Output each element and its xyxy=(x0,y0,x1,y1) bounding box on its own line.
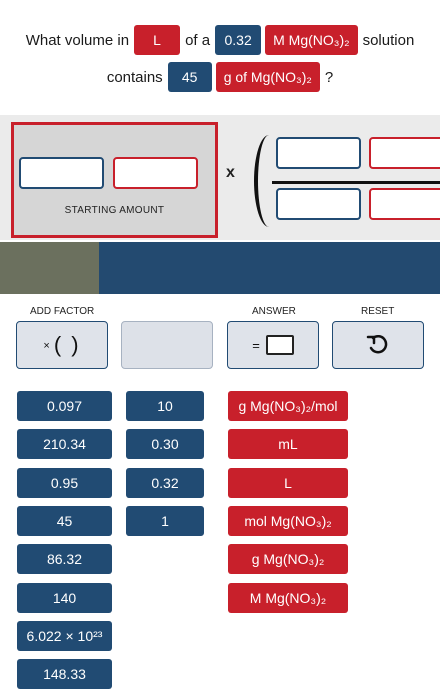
add-factor-label: ADD FACTOR xyxy=(30,306,95,317)
unit-tile[interactable]: mL xyxy=(228,429,348,459)
progress-band-left xyxy=(0,242,99,294)
question-value-chip: 45 xyxy=(167,62,212,92)
reset-button[interactable] xyxy=(332,321,424,369)
starting-amount-label: STARTING AMOUNT xyxy=(64,205,165,216)
question-line-1: What volume in L of a 0.32 M Mg(NO₃)₂ so… xyxy=(0,25,440,55)
starting-unit-slot[interactable] xyxy=(113,157,198,189)
unit-tile[interactable]: g Mg(NO₃)₂/mol xyxy=(228,391,348,421)
question-text: contains xyxy=(106,68,163,86)
number-tile[interactable]: 148.33 xyxy=(17,659,112,689)
number-tile[interactable]: 1 xyxy=(126,506,204,536)
equals-icon: = xyxy=(252,337,260,353)
numerator-value-slot[interactable] xyxy=(276,137,361,169)
question-line-2: contains 45 g of Mg(NO₃)₂ ? xyxy=(0,62,440,92)
answer-button[interactable]: = xyxy=(227,321,319,369)
add-factor-icon: ×( ) xyxy=(43,332,81,357)
question-text: of a xyxy=(185,31,211,49)
unit-tile[interactable]: g Mg(NO₃)₂ xyxy=(228,544,348,574)
number-tile[interactable]: 0.097 xyxy=(17,391,112,421)
number-tile[interactable]: 45 xyxy=(17,506,112,536)
number-tile[interactable]: 140 xyxy=(17,583,112,613)
starting-value-slot[interactable] xyxy=(19,157,104,189)
question-value-chip: 0.32 xyxy=(215,25,262,55)
question-text: ? xyxy=(324,68,334,86)
conversion-workspace: STARTING AMOUNT x xyxy=(0,115,440,240)
unit-tile[interactable]: L xyxy=(228,468,348,498)
denominator-value-slot[interactable] xyxy=(276,188,361,220)
multiply-symbol: x xyxy=(226,164,235,181)
question-text: What volume in xyxy=(25,31,130,49)
number-tile[interactable]: 0.30 xyxy=(126,429,204,459)
unit-tile[interactable]: mol Mg(NO₃)₂ xyxy=(228,506,348,536)
number-tile[interactable]: 0.32 xyxy=(126,468,204,498)
fraction-bar xyxy=(272,181,440,184)
progress-band-right xyxy=(99,242,440,294)
undo-icon xyxy=(366,335,388,354)
number-tile[interactable]: 210.34 xyxy=(17,429,112,459)
number-tile[interactable]: 0.95 xyxy=(17,468,112,498)
number-tile[interactable]: 10 xyxy=(126,391,204,421)
number-tile[interactable]: 6.022 × 10²³ xyxy=(17,621,112,651)
answer-label: ANSWER xyxy=(252,306,296,317)
add-factor-button[interactable]: ×( ) xyxy=(16,321,108,369)
question-solution-chip: M Mg(NO₃)₂ xyxy=(265,25,358,55)
starting-amount-box[interactable]: STARTING AMOUNT xyxy=(11,122,218,238)
denominator-unit-slot[interactable] xyxy=(369,188,440,220)
blank-button[interactable] xyxy=(121,321,213,369)
number-tile[interactable]: 86.32 xyxy=(17,544,112,574)
unit-tile[interactable]: M Mg(NO₃)₂ xyxy=(228,583,348,613)
question-unit-chip: L xyxy=(134,25,181,55)
question-unit-chip: g of Mg(NO₃)₂ xyxy=(215,62,320,92)
question-text: solution xyxy=(362,31,415,49)
reset-label: RESET xyxy=(361,306,395,317)
numerator-unit-slot[interactable] xyxy=(369,137,440,169)
answer-box-icon xyxy=(265,335,294,355)
